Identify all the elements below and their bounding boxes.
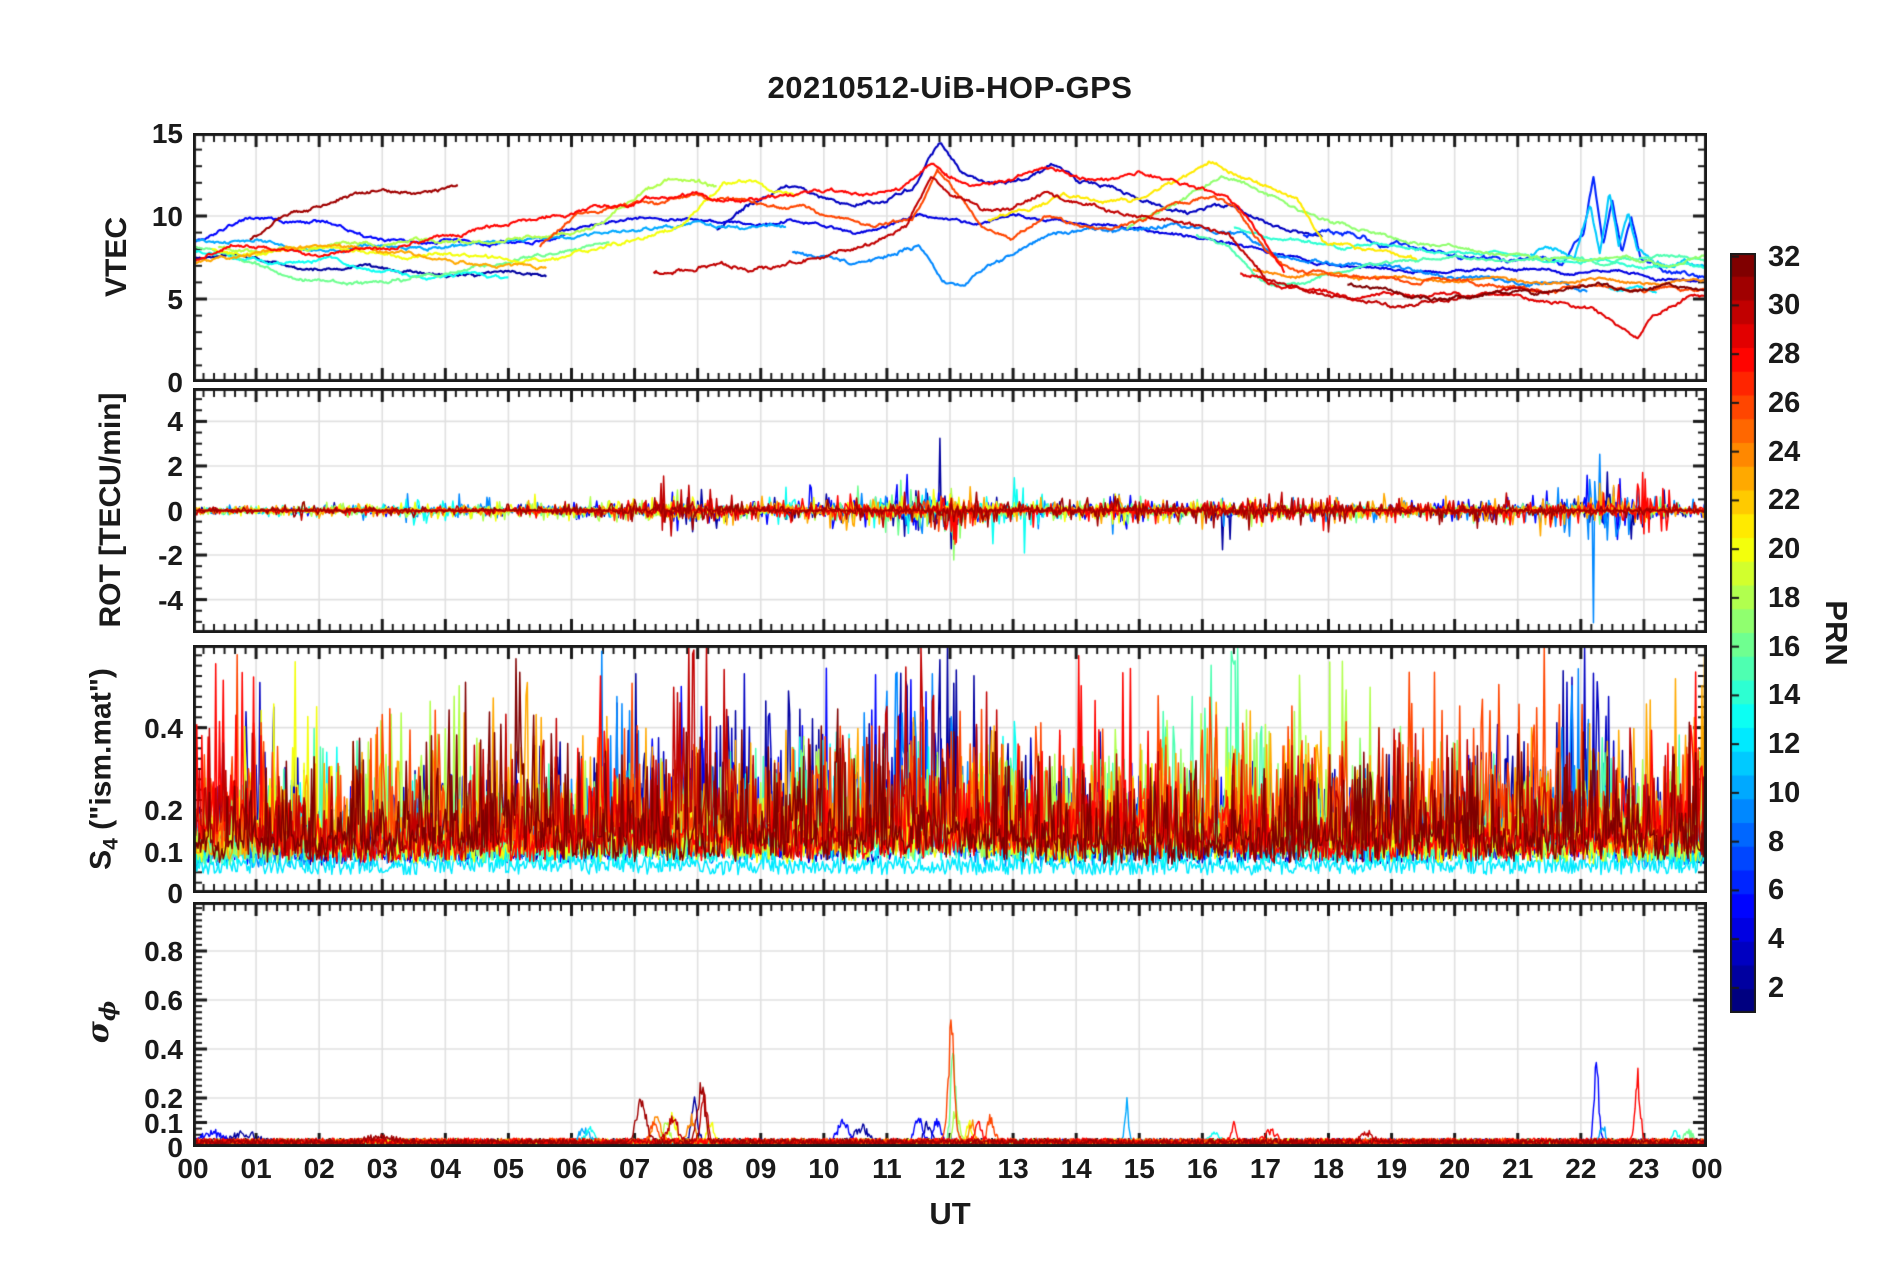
colorbar-tick-label: 28 bbox=[1768, 338, 1801, 371]
colorbar-tick-label: 22 bbox=[1768, 484, 1801, 517]
colorbar-tick-label: 26 bbox=[1768, 386, 1801, 419]
y-tick-label: 0.1 bbox=[144, 836, 183, 868]
sigma-phi-panel-canvas bbox=[193, 902, 1707, 1147]
colorbar-tick-label: 18 bbox=[1768, 581, 1801, 614]
y-tick-label: 0.4 bbox=[144, 712, 183, 744]
colorbar-tick-label: 12 bbox=[1768, 728, 1801, 761]
y-tick-label: 0 bbox=[167, 878, 183, 909]
colorbar-tick-label: 6 bbox=[1768, 874, 1785, 907]
y-tick-label: -2 bbox=[158, 540, 183, 572]
colorbar-tick-label: 20 bbox=[1768, 533, 1801, 566]
y-tick-label: 0.2 bbox=[144, 1083, 183, 1114]
y-tick-label: 15 bbox=[151, 118, 183, 149]
y-tick-label: 4 bbox=[167, 406, 183, 438]
y-tick-label: 0.2 bbox=[144, 795, 183, 827]
y-tick-label: 2 bbox=[167, 450, 183, 482]
y-tick-label: 0 bbox=[167, 495, 183, 527]
colorbar-tick-label: 32 bbox=[1768, 240, 1801, 273]
y-tick-label: 10 bbox=[151, 201, 183, 232]
colorbar-tick-label: 14 bbox=[1768, 679, 1801, 712]
x-axis-label: UT bbox=[929, 1196, 971, 1231]
y-tick-label: -4 bbox=[158, 584, 183, 616]
chart-title: 20210512-UiB-HOP-GPS bbox=[767, 70, 1133, 105]
vtec-panel-canvas bbox=[193, 133, 1707, 382]
colorbar-tick-label: 2 bbox=[1768, 971, 1785, 1004]
rot-panel-canvas bbox=[193, 388, 1707, 633]
s4-panel-canvas bbox=[193, 645, 1707, 893]
colorbar-tick-label: 16 bbox=[1768, 630, 1801, 663]
y-tick-label: 5 bbox=[167, 284, 183, 315]
prn-colorbar bbox=[1730, 253, 1756, 1013]
figure: 20210512-UiB-HOP-GPS VTEC ROT [TECU/min]… bbox=[0, 0, 1902, 1272]
y-tick-label: 0.8 bbox=[144, 936, 183, 967]
y-tick-label: 0.6 bbox=[144, 985, 183, 1016]
colorbar-tick-label: 8 bbox=[1768, 825, 1785, 858]
colorbar-tick-label: 30 bbox=[1768, 289, 1801, 322]
colorbar-tick-label: 24 bbox=[1768, 435, 1801, 468]
y-tick-label: 0 bbox=[167, 367, 183, 398]
y-tick-label: 0.4 bbox=[144, 1034, 183, 1065]
colorbar-tick-label: 4 bbox=[1768, 923, 1785, 956]
colorbar-tick-label: 10 bbox=[1768, 776, 1801, 809]
x-tick-label: 00 bbox=[1691, 1153, 1723, 1184]
